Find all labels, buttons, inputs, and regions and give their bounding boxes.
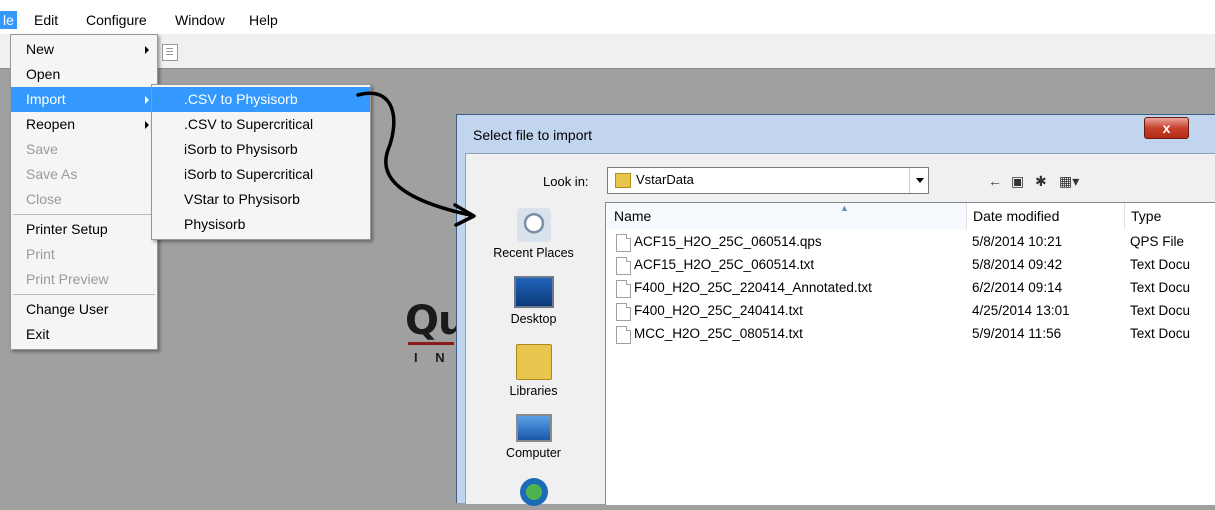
annotation-arrow-icon: [356, 91, 476, 227]
